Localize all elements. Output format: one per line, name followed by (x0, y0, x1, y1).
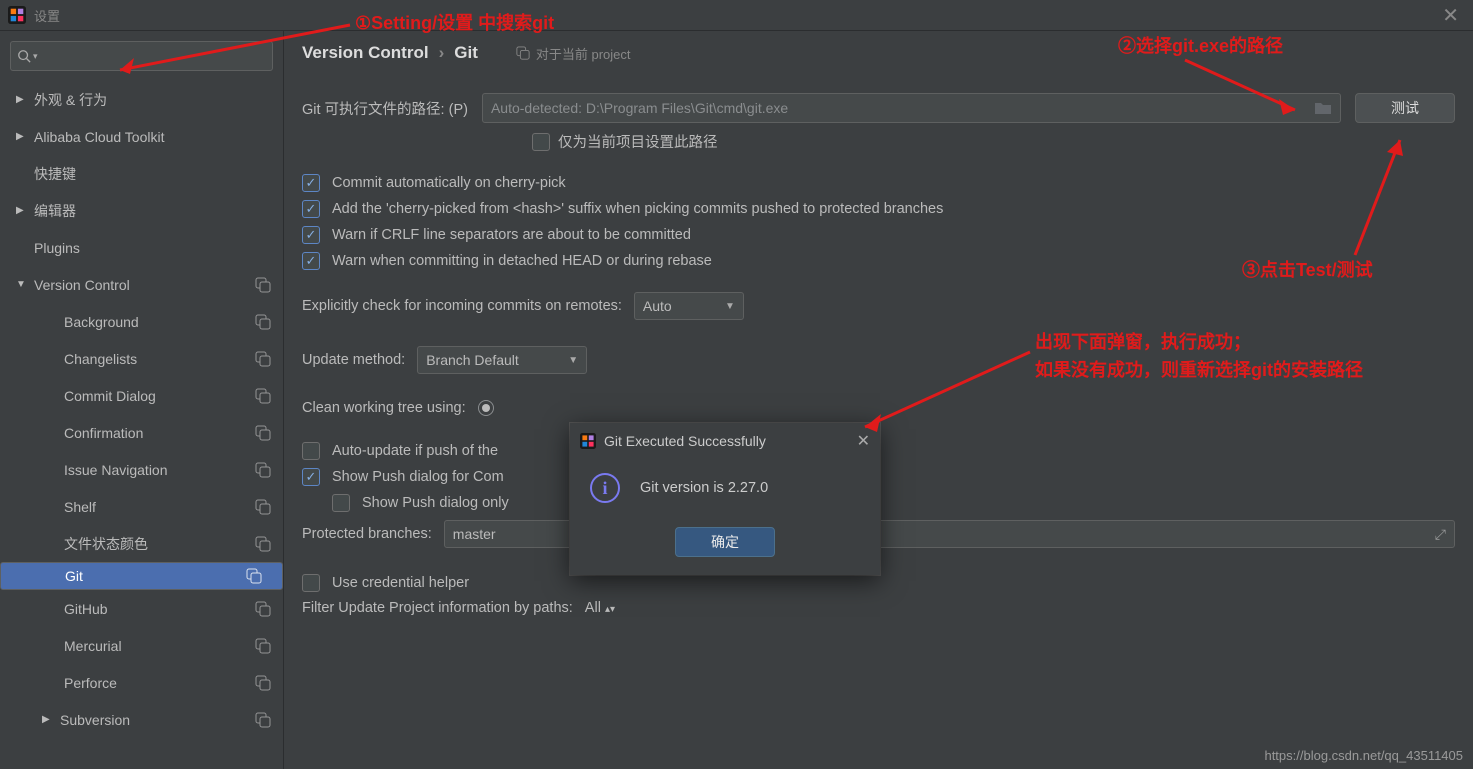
annotation-4b: 如果没有成功，则重新选择git的安装路径 (1035, 356, 1363, 382)
tree-item-git[interactable]: Git (0, 562, 283, 590)
store-only-checkbox[interactable] (532, 133, 550, 151)
clean-label: Clean working tree using: (302, 400, 466, 416)
tree-item-background[interactable]: Background (0, 303, 283, 340)
dialog-close-icon[interactable]: ✕ (857, 431, 870, 451)
browse-folder-icon[interactable] (1314, 101, 1332, 115)
tree-item-keymap[interactable]: 快捷键 (0, 155, 283, 192)
project-scope-icon (255, 314, 271, 330)
project-scope-icon (255, 351, 271, 367)
detached-warn-checkbox[interactable] (302, 252, 320, 270)
scope-label: 对于当前 project (516, 44, 631, 63)
update-method-label: Update method: (302, 352, 405, 368)
breadcrumb-git: Git (454, 43, 478, 63)
breadcrumb-sep-icon: › (439, 43, 445, 63)
remotes-check-label: Explicitly check for incoming commits on… (302, 298, 622, 314)
tree-item-editor[interactable]: ▶编辑器 (0, 192, 283, 229)
project-scope-icon (255, 425, 271, 441)
annotation-3: ③点击Test/测试 (1242, 256, 1373, 282)
updown-icon: ▴▾ (605, 604, 615, 615)
project-scope-icon (255, 638, 271, 654)
breadcrumb-vc[interactable]: Version Control (302, 43, 429, 63)
tree-item-plugins[interactable]: Plugins (0, 229, 283, 266)
project-scope-icon (516, 46, 530, 60)
project-scope-icon (255, 388, 271, 404)
crlf-warn-checkbox[interactable] (302, 226, 320, 244)
info-icon: i (590, 473, 620, 503)
tree-item-perforce[interactable]: Perforce (0, 664, 283, 701)
search-icon (17, 49, 31, 63)
app-icon (8, 6, 26, 24)
show-push-checkbox[interactable] (302, 468, 320, 486)
update-method-select[interactable]: Branch Default▼ (417, 346, 587, 374)
filter-value[interactable]: All ▴▾ (585, 600, 615, 616)
clean-radio-1[interactable] (478, 400, 494, 416)
settings-tree: ▶外观 & 行为 ▶Alibaba Cloud Toolkit 快捷键 ▶编辑器… (0, 77, 283, 769)
git-success-dialog: Git Executed Successfully ✕ i Git versio… (570, 423, 880, 575)
filter-label: Filter Update Project information by pat… (302, 600, 573, 616)
annotation-4a: 出现下面弹窗，执行成功； (1035, 328, 1251, 354)
tree-item-appearance[interactable]: ▶外观 & 行为 (0, 81, 283, 118)
annotation-2: ②选择git.exe的路径 (1118, 32, 1283, 58)
chevron-down-icon: ▼ (568, 355, 578, 366)
tree-item-commit-dialog[interactable]: Commit Dialog (0, 377, 283, 414)
project-scope-icon (255, 277, 271, 293)
expand-icon[interactable]: ⤢ (1435, 526, 1446, 543)
search-history-icon[interactable]: ▾ (33, 51, 38, 62)
watermark: https://blog.csdn.net/qq_43511405 (1264, 748, 1463, 763)
project-scope-icon (255, 536, 271, 552)
app-icon (580, 433, 596, 449)
tree-item-changelists[interactable]: Changelists (0, 340, 283, 377)
main-panel: Version Control › Git 对于当前 project Git 可… (284, 31, 1473, 769)
dialog-message: Git version is 2.27.0 (640, 480, 768, 496)
credential-helper-checkbox[interactable] (302, 574, 320, 592)
cherry-suffix-checkbox[interactable] (302, 200, 320, 218)
project-scope-icon (255, 712, 271, 728)
project-scope-icon (255, 499, 271, 515)
remotes-select[interactable]: Auto▼ (634, 292, 744, 320)
show-push-only-checkbox[interactable] (332, 494, 350, 512)
store-only-label: 仅为当前项目设置此路径 (558, 131, 718, 152)
project-scope-icon (255, 601, 271, 617)
tree-item-alibaba[interactable]: ▶Alibaba Cloud Toolkit (0, 118, 283, 155)
cherry-pick-auto-checkbox[interactable] (302, 174, 320, 192)
tree-item-version-control[interactable]: ▼Version Control (0, 266, 283, 303)
tree-item-subversion[interactable]: ▶Subversion (0, 701, 283, 738)
sidebar: ▾ ▶外观 & 行为 ▶Alibaba Cloud Toolkit 快捷键 ▶编… (0, 31, 284, 769)
tree-item-github[interactable]: GitHub (0, 590, 283, 627)
auto-update-checkbox[interactable] (302, 442, 320, 460)
window-title: 设置 (34, 6, 60, 25)
git-path-input[interactable]: Auto-detected: D:\Program Files\Git\cmd\… (482, 93, 1341, 123)
tree-item-confirmation[interactable]: Confirmation (0, 414, 283, 451)
dialog-ok-button[interactable]: 确定 (675, 527, 775, 557)
dialog-title: Git Executed Successfully (604, 433, 766, 449)
chevron-down-icon: ▼ (725, 301, 735, 312)
project-scope-icon (255, 675, 271, 691)
titlebar: 设置 ✕ (0, 0, 1473, 30)
test-button[interactable]: 测试 (1355, 93, 1455, 123)
project-scope-icon (246, 568, 262, 584)
protected-label: Protected branches: (302, 526, 432, 542)
git-path-label: Git 可执行文件的路径: (P) (302, 98, 468, 119)
tree-item-shelf[interactable]: Shelf (0, 488, 283, 525)
tree-item-mercurial[interactable]: Mercurial (0, 627, 283, 664)
window-close-icon[interactable]: ✕ (1436, 3, 1465, 28)
tree-item-file-status-colors[interactable]: 文件状态颜色 (0, 525, 283, 562)
tree-item-issue-navigation[interactable]: Issue Navigation (0, 451, 283, 488)
settings-search-input[interactable]: ▾ (10, 41, 273, 71)
annotation-1: ①Setting/设置 中搜索git (355, 9, 554, 35)
project-scope-icon (255, 462, 271, 478)
